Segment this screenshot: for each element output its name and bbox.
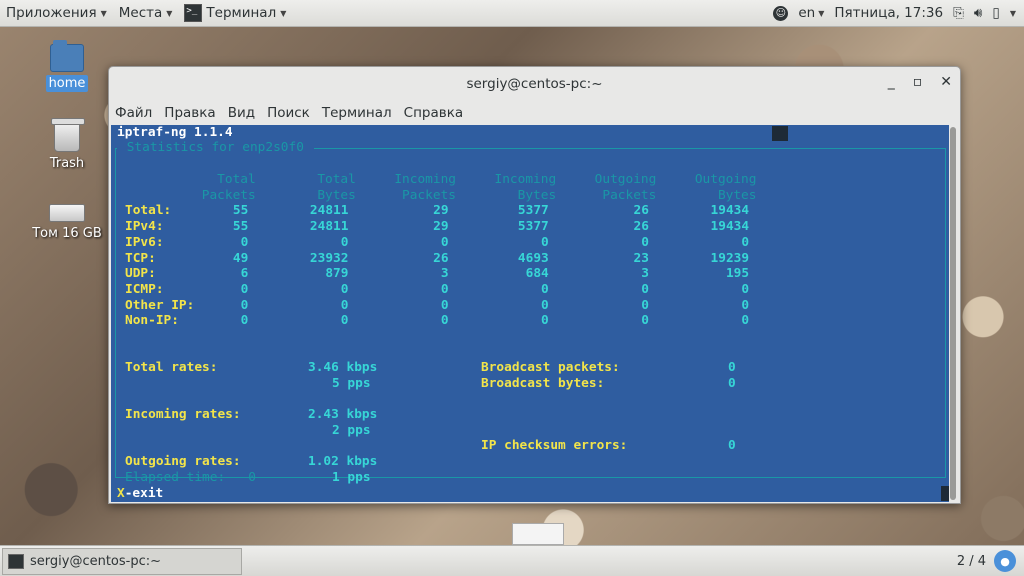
desktop-icon-drive[interactable]: Том 16 GB: [25, 198, 109, 242]
desktop-icon-label: home: [45, 75, 89, 92]
status-cursor-block: [941, 486, 949, 501]
stats-row: UDP: 6 879 3 684 3 195: [125, 266, 750, 282]
workspace-switcher[interactable]: 2 / 4 ●: [957, 550, 1016, 572]
outgoing-rates-label: Outgoing rates:: [125, 454, 241, 469]
total-rates-pps: 5 pps: [332, 375, 371, 391]
places-menu[interactable]: Места ▼: [113, 0, 179, 27]
window-thumbnail: [512, 523, 564, 545]
desktop-icon-home[interactable]: home: [25, 40, 109, 92]
desktop-icon-label: Том 16 GB: [32, 226, 102, 241]
minimize-icon[interactable]: _: [888, 74, 895, 90]
terminal-scrollbar[interactable]: [949, 125, 958, 502]
clock[interactable]: Пятница, 17:36: [834, 5, 943, 21]
menu-edit[interactable]: Правка: [164, 105, 215, 121]
checksum-errors-value: 0: [728, 438, 736, 454]
workspace-label: 2 / 4: [956, 553, 986, 569]
incoming-rates-kbps: 2.43 kbps: [308, 407, 378, 422]
window-titlebar[interactable]: sergiy@centos-pc:~ _ ▫ ✕: [109, 67, 960, 101]
total-rates-label: Total rates:: [125, 360, 218, 375]
drive-icon: [49, 204, 85, 222]
broadcast-bytes-value: 0: [728, 375, 736, 391]
broadcast-bytes-label: Broadcast bytes:: [481, 375, 605, 391]
menu-search[interactable]: Поиск: [267, 105, 310, 121]
input-language-menu[interactable]: en ▼: [798, 5, 824, 21]
terminal-icon: >_: [184, 4, 203, 22]
statistics-box-title: Statistics for enp2s0f0: [117, 140, 314, 156]
notification-icon[interactable]: ●: [994, 550, 1016, 572]
battery-icon[interactable]: ▯: [992, 5, 999, 21]
terminal-app-menu-label: Терминал: [206, 5, 277, 21]
stats-row: Non-IP: 0 0 0 0 0 0: [125, 313, 750, 329]
outgoing-rates-pps: 1 pps: [332, 469, 371, 485]
iptraf-header: iptraf-ng 1.1.4: [117, 125, 233, 140]
terminal-window: sergiy@centos-pc:~ _ ▫ ✕ Файл Правка Вид…: [108, 66, 961, 504]
stats-row: Other IP: 0 0 0 0 0 0: [125, 297, 750, 313]
elapsed-time: Elapsed time: 0: [125, 469, 256, 485]
window-title: sergiy@centos-pc:~: [466, 76, 603, 92]
maximize-icon[interactable]: ▫: [913, 74, 923, 90]
terminal-output[interactable]: iptraf-ng 1.1.4 Statistics for enp2s0f0 …: [111, 125, 949, 502]
chevron-down-icon: ▼: [818, 8, 825, 18]
system-menu-chevron-icon[interactable]: ▼: [1010, 9, 1016, 18]
stats-row: IPv4: 55 24811 29 5377 26 19434: [125, 219, 750, 235]
outgoing-rates-kbps: 1.02 kbps: [308, 454, 378, 469]
scrollbar-thumb[interactable]: [950, 127, 956, 500]
checksum-errors-label: IP checksum errors:: [481, 438, 628, 454]
menu-help[interactable]: Справка: [404, 105, 463, 121]
bottom-panel: sergiy@centos-pc:~ 2 / 4 ●: [0, 545, 1024, 576]
terminal-icon: [8, 553, 24, 569]
stats-row: IPv6: 0 0 0 0 0 0: [125, 234, 750, 250]
broadcast-packets-value: 0: [728, 360, 736, 375]
exit-hint: X-exit: [117, 485, 164, 501]
chevron-down-icon: ▼: [100, 8, 107, 18]
home-folder-icon: [50, 40, 84, 72]
taskbar-item-terminal[interactable]: sergiy@centos-pc:~: [2, 547, 242, 575]
column-headers-row2: Packets Bytes Packets Bytes Packets Byte…: [117, 187, 757, 203]
top-panel: Приложения ▼ Места ▼ >_ Терминал ▼ ☺ en …: [0, 0, 1024, 27]
menu-terminal[interactable]: Терминал: [322, 105, 392, 121]
applications-menu[interactable]: Приложения ▼: [0, 0, 113, 27]
incoming-rates-label: Incoming rates:: [125, 407, 241, 422]
menu-file[interactable]: Файл: [115, 105, 152, 121]
clock-label: Пятница, 17:36: [834, 5, 944, 21]
accessibility-icon[interactable]: ☺: [773, 5, 789, 21]
window-menubar: Файл Правка Вид Поиск Терминал Справка: [109, 101, 960, 125]
terminal-app-menu[interactable]: >_ Терминал ▼: [178, 0, 292, 27]
stats-row: Total: 55 24811 29 5377 26 19434: [125, 203, 750, 219]
taskbar-item-label: sergiy@centos-pc:~: [30, 553, 162, 569]
chevron-down-icon: ▼: [280, 8, 287, 18]
chevron-down-icon: ▼: [166, 8, 173, 18]
network-icon[interactable]: ⎘: [953, 5, 964, 21]
menu-view[interactable]: Вид: [228, 105, 255, 121]
desktop-icon-label: Trash: [49, 156, 85, 171]
stats-row: ICMP: 0 0 0 0 0 0: [125, 281, 750, 297]
trash-icon: [51, 118, 85, 152]
close-icon[interactable]: ✕: [940, 74, 952, 90]
applications-menu-label: Приложения: [6, 5, 97, 21]
places-menu-label: Места: [118, 5, 163, 21]
total-rates-kbps: 3.46 kbps: [308, 360, 378, 375]
incoming-rates-pps: 2 pps: [332, 422, 371, 438]
stats-row: TCP: 49 23932 26 4693 23 19239: [125, 250, 750, 266]
cursor-block: [772, 126, 788, 141]
broadcast-packets-label: Broadcast packets:: [481, 360, 620, 375]
column-headers-row1: Total Total Incoming Incoming Outgoing O…: [117, 172, 757, 187]
desktop-icon-trash[interactable]: Trash: [25, 118, 109, 172]
input-language-label: en: [798, 5, 816, 21]
volume-icon[interactable]: 🔊︎: [974, 5, 983, 21]
